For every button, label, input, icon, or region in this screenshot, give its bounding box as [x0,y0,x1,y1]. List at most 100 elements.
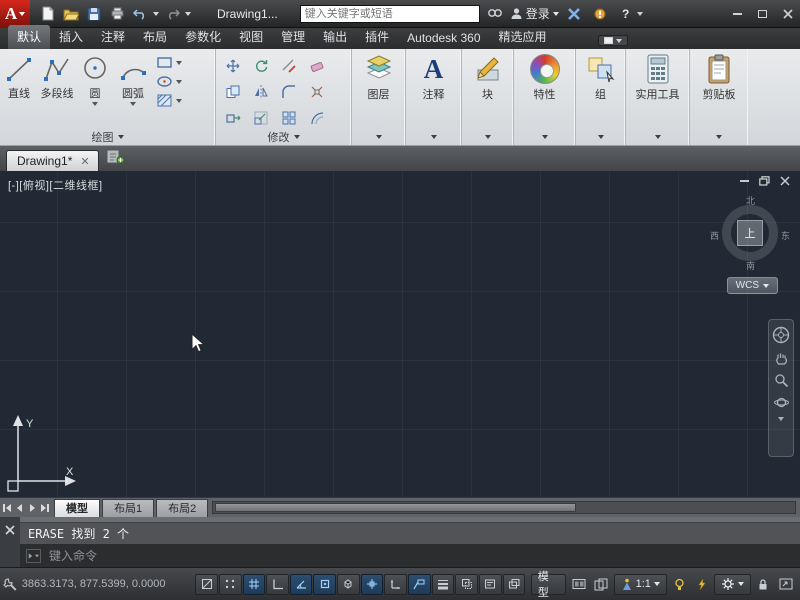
viewcube-top-face[interactable]: 上 [737,220,763,246]
fillet-tool[interactable] [275,79,302,104]
panel-layers-title[interactable] [352,129,405,145]
panel-modify-title[interactable]: 修改 [216,129,351,145]
ellipse-flyout-icon[interactable] [176,80,182,84]
circle-tool[interactable]: 圆 [76,49,114,130]
wcs-button[interactable]: WCS [727,277,778,294]
ribbon-tab-plugins[interactable]: 插件 [356,25,398,49]
new-button[interactable] [38,4,58,24]
clean-screen-button[interactable] [775,574,797,595]
wrench-icon[interactable] [3,577,18,592]
polyline-tool[interactable]: 多段线 [38,49,76,130]
close-button[interactable] [775,4,800,24]
stretch-tool[interactable] [219,105,246,130]
ortho-toggle[interactable] [266,574,289,595]
ribbon-tab-home[interactable]: 默认 [8,25,50,49]
ribbon-tab-output[interactable]: 输出 [314,25,356,49]
annotation-visibility-button[interactable] [668,574,690,595]
viewcube-north-label[interactable]: 北 [746,194,755,207]
maximize-button[interactable] [750,4,775,24]
trim-tool[interactable] [275,53,302,78]
copy-tool[interactable] [219,79,246,104]
otrack-toggle[interactable] [361,574,384,595]
clipboard-button[interactable]: 剪贴板 [690,49,748,102]
osnap-3d-toggle[interactable] [337,574,360,595]
ribbon-tab-a360[interactable]: Autodesk 360 [398,28,489,49]
rotate-tool[interactable] [247,53,274,78]
autoscale-button[interactable] [691,574,713,595]
panel-clipboard-title[interactable] [690,129,748,145]
help-dropdown-icon[interactable] [637,12,643,16]
help-button[interactable]: ? [615,4,637,24]
groups-button[interactable]: 组 [576,49,625,102]
panel-properties-title[interactable] [514,129,575,145]
rectangle-flyout-icon[interactable] [176,61,182,65]
coordinates-display[interactable]: 3863.3173, 877.5399, 0.0000 [22,578,195,590]
quick-properties-toggle[interactable] [479,574,502,595]
viewport-restore-button[interactable] [759,176,770,186]
hatch-flyout-icon[interactable] [176,99,182,103]
selection-cycling-toggle[interactable] [503,574,526,595]
transparency-toggle[interactable] [455,574,478,595]
open-button[interactable] [61,4,81,24]
viewport-close-button[interactable] [780,176,790,186]
ribbon-tab-parametric[interactable]: 参数化 [176,25,230,49]
infer-constraints-toggle[interactable] [195,574,218,595]
zoom-button[interactable] [774,373,789,388]
dynamic-ucs-toggle[interactable] [384,574,407,595]
viewcube-south-label[interactable]: 南 [746,259,755,272]
viewport-controls[interactable]: [-][俯视][二维线框] [8,177,103,193]
signin-area[interactable]: 登录 [510,5,559,22]
dynamic-input-toggle[interactable] [408,574,431,595]
tab-layout2[interactable]: 布局2 [156,499,208,517]
undo-button[interactable] [130,4,150,24]
osnap-toggle[interactable] [313,574,336,595]
quick-view-drawings-button[interactable] [591,574,613,595]
viewport-minimize-button[interactable] [740,180,749,182]
layers-button[interactable]: 图层 [352,49,405,102]
tab-close-icon[interactable]: ✕ [80,155,89,168]
lock-ui-button[interactable] [753,574,775,595]
scale-tool[interactable] [247,105,274,130]
help-search-input[interactable] [300,5,480,23]
new-drawing-tab-button[interactable] [105,148,125,168]
panel-utilities-title[interactable] [626,129,689,145]
viewcube[interactable]: 上 北 南 东 西 [712,195,788,271]
panel-groups-title[interactable] [576,129,625,145]
tab-layout1[interactable]: 布局1 [102,499,154,517]
block-button[interactable]: 块 [462,49,513,102]
steering-wheel-button[interactable] [772,326,790,344]
quick-view-layouts-button[interactable] [568,574,590,595]
arc-flyout-icon[interactable] [130,102,136,106]
plot-button[interactable] [107,4,127,24]
undo-dropdown-icon[interactable] [153,12,159,16]
panel-block-title[interactable] [462,129,513,145]
properties-button[interactable]: 特性 [514,49,575,102]
ellipse-tool[interactable] [156,74,182,89]
recent-commands-button[interactable] [26,549,41,563]
lineweight-toggle[interactable] [432,574,455,595]
exchange-apps-icon[interactable] [563,4,585,24]
search-icon[interactable] [484,4,506,24]
app-menu-button[interactable]: A [0,0,30,28]
erase-tool[interactable] [303,53,330,78]
orbit-button[interactable] [774,395,789,410]
scrollbar-thumb[interactable] [215,503,576,512]
mirror-tool[interactable] [247,79,274,104]
horizontal-scrollbar[interactable] [212,501,796,514]
layout-prev-button[interactable] [13,500,26,516]
ribbon-tab-layout[interactable]: 布局 [134,25,176,49]
circle-flyout-icon[interactable] [92,102,98,106]
panel-annotation-title[interactable] [406,129,461,145]
line-tool[interactable]: 直线 [0,49,38,130]
array-tool[interactable] [275,105,302,130]
layout-first-button[interactable] [0,500,13,516]
command-close-button[interactable] [5,525,15,535]
annotation-scale-button[interactable]: 1:1 [614,574,667,595]
snap-toggle[interactable] [219,574,242,595]
workspace-switch-button[interactable] [714,574,751,595]
explode-tool[interactable] [303,79,330,104]
minimize-button[interactable] [725,4,750,24]
layout-last-button[interactable] [39,500,52,516]
save-button[interactable] [84,4,104,24]
polar-toggle[interactable] [290,574,313,595]
